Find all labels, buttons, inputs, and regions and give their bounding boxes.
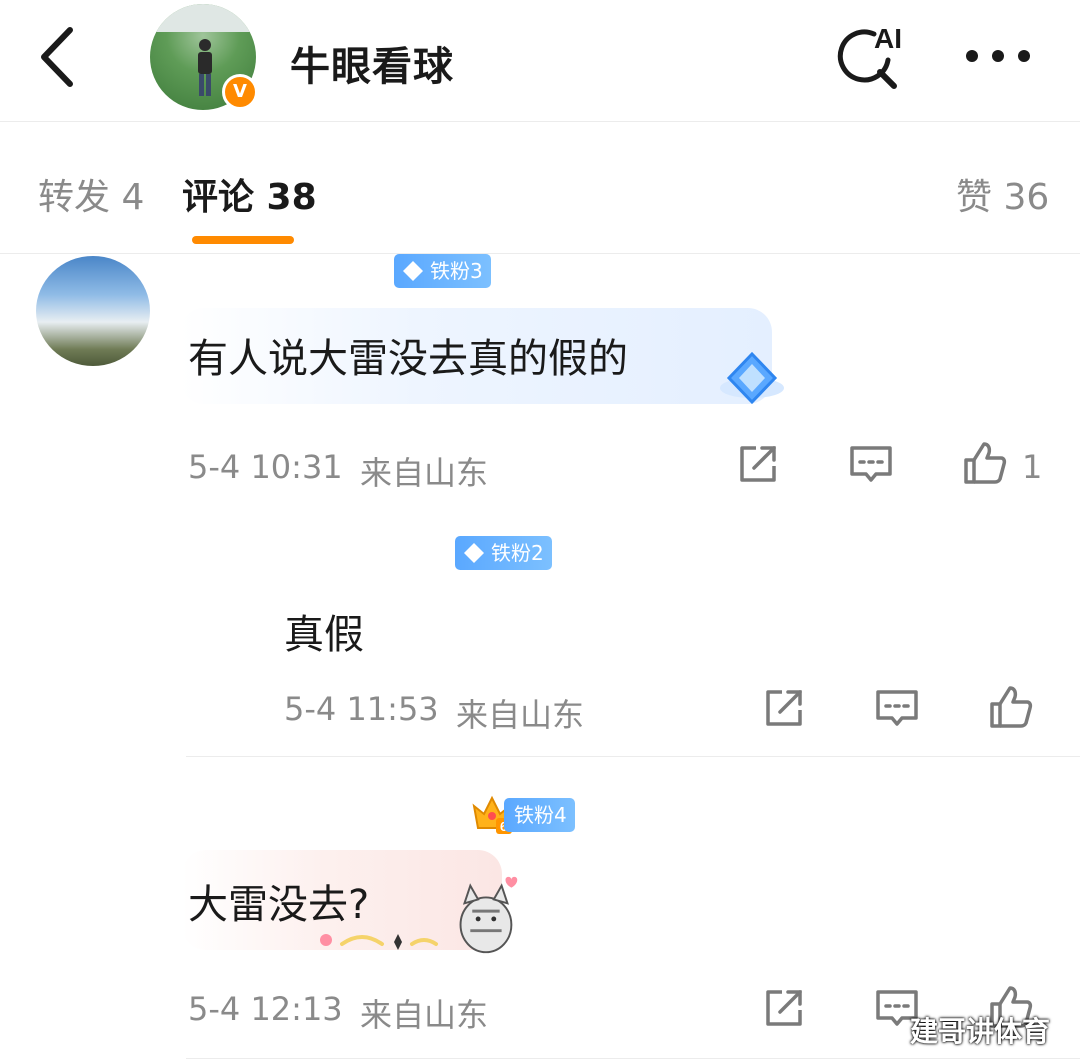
like-icon[interactable] [988, 684, 1034, 730]
fan-level-text: 铁粉2 [491, 541, 544, 565]
share-icon[interactable] [760, 986, 806, 1032]
share-icon[interactable] [734, 442, 780, 488]
verified-badge-icon: V [222, 74, 258, 110]
more-options-icon[interactable] [960, 36, 1040, 76]
share-icon[interactable] [760, 686, 806, 732]
comment-location: 来自山东 [360, 996, 489, 1034]
fan-level-text: 铁粉4 [514, 803, 567, 827]
comment-time: 5-4 12:13 [188, 990, 343, 1028]
ai-label: AI [874, 23, 902, 54]
like-count: 1 [1022, 448, 1043, 486]
comment-time: 5-4 11:53 [284, 690, 439, 728]
tab-bar: 转发 4 评论 38 赞 36 [0, 122, 1080, 254]
fan-level-badge: 铁粉4 [504, 798, 575, 832]
top-bar: V 牛眼看球 AI [0, 0, 1080, 122]
comment-time: 5-4 10:31 [188, 448, 343, 486]
fan-level-text: 铁粉3 [430, 259, 483, 283]
reply-icon[interactable] [848, 442, 894, 488]
watermark-text: 建哥讲体育 [910, 1015, 1051, 1048]
divider [186, 1058, 1080, 1059]
divider [186, 756, 1080, 757]
fan-level-badge: 铁粉2 [455, 536, 552, 570]
reply-icon[interactable] [874, 686, 920, 732]
tab-reposts[interactable]: 转发 4 [38, 168, 144, 220]
diamond-icon [403, 261, 423, 281]
ai-search-icon[interactable]: AI [830, 20, 910, 92]
back-arrow-icon[interactable] [30, 22, 90, 92]
active-tab-indicator [192, 236, 294, 244]
comment-location: 来自山东 [360, 454, 489, 492]
cat-sticker-icon [459, 876, 518, 954]
comment-text: 有人说大雷没去真的假的 [188, 336, 628, 382]
comment-location: 来自山东 [456, 696, 585, 734]
diamond-icon [464, 543, 484, 563]
commenter-avatar[interactable] [36, 256, 150, 366]
fan-level-badge: 铁粉3 [394, 254, 491, 288]
tab-comments[interactable]: 评论 38 [182, 168, 317, 220]
tab-likes[interactable]: 赞 36 [956, 168, 1049, 220]
comment-text: 大雷没去? [188, 882, 370, 928]
author-name[interactable]: 牛眼看球 [290, 34, 454, 92]
comment-text: 真假 [284, 612, 364, 658]
diamond-decoration-icon [720, 351, 784, 405]
like-icon[interactable] [962, 440, 1008, 486]
